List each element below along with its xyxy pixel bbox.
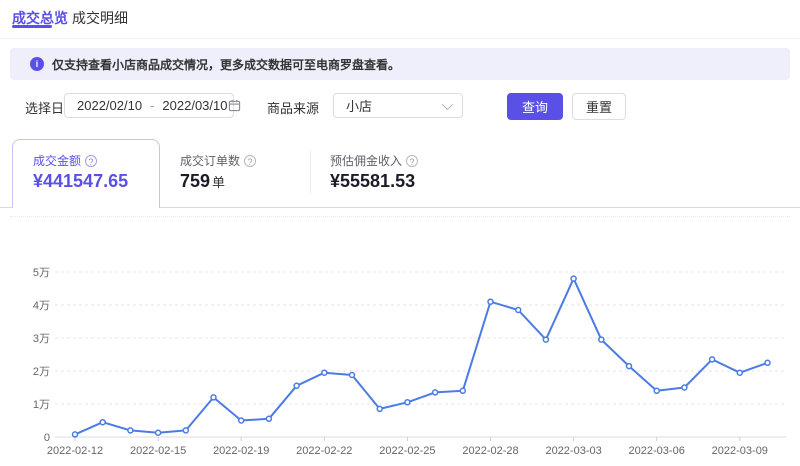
stat-divider-right [160,207,800,208]
order-count-number: 759 [180,171,210,191]
svg-text:0: 0 [44,432,50,444]
reset-button[interactable]: 重置 [572,93,626,120]
stat-separator [310,150,311,194]
info-banner-text: 仅支持查看小店商品成交情况，更多成交数据可至电商罗盘查看。 [52,56,400,73]
svg-text:2022-02-25: 2022-02-25 [379,445,435,457]
help-icon[interactable]: ? [406,155,418,167]
svg-text:2022-03-09: 2022-03-09 [712,445,768,457]
commission-label: 预估佣金收入 ? [330,152,418,169]
order-count-value: 759单 [180,171,225,192]
svg-text:3万: 3万 [33,333,50,345]
svg-text:2022-02-15: 2022-02-15 [130,445,186,457]
svg-text:2022-02-28: 2022-02-28 [462,445,518,457]
commission-label-text: 预估佣金收入 [330,152,402,169]
calendar-icon [228,99,241,112]
source-filter-label: 商品来源 [267,98,319,117]
svg-text:2022-03-03: 2022-03-03 [545,445,601,457]
deal-amount-value: ¥441547.65 [33,171,128,192]
order-count-label-text: 成交订单数 [180,152,240,169]
section-dotted-divider [10,216,790,217]
commission-value: ¥55581.53 [330,171,415,192]
svg-text:2022-02-19: 2022-02-19 [213,445,269,457]
sales-overview-page: { "tabs": [ {"label": "成交总览", "active": … [0,0,800,461]
query-button[interactable]: 查询 [507,93,563,120]
svg-text:4万: 4万 [33,300,50,312]
top-tab-bar: 成交总览 成交明细 [0,0,800,39]
date-range-separator: - [150,98,154,113]
svg-text:1万: 1万 [33,399,50,411]
date-end-value: 2022/03/10 [162,98,227,113]
help-icon[interactable]: ? [244,155,256,167]
info-banner: i 仅支持查看小店商品成交情况，更多成交数据可至电商罗盘查看。 [10,48,790,80]
deal-amount-label: 成交金额 ? [33,152,97,169]
info-icon: i [30,57,44,71]
deal-amount-trend-chart: 0 1万 2万 3万 4万 5万 2022-02-12 2022-02-15 2022-02-1… [0,226,800,461]
date-range-input[interactable]: 2022/02/10 - 2022/03/10 [64,93,234,118]
chevron-down-icon [442,98,453,109]
svg-text:2万: 2万 [33,366,50,378]
svg-text:2022-03-06: 2022-03-06 [629,445,685,457]
svg-text:2022-02-12: 2022-02-12 [47,445,103,457]
sales-line-chart: 0 1万 2万 3万 4万 5万 2022-02-12 2022-02-15 2022-02-1… [0,226,800,461]
date-start-value: 2022/02/10 [77,98,142,113]
order-count-label: 成交订单数 ? [180,152,256,169]
tab-deal-details[interactable]: 成交明细 [72,8,128,28]
order-count-unit: 单 [212,175,225,190]
svg-text:2022-02-22: 2022-02-22 [296,445,352,457]
active-tab-underline [12,25,52,28]
svg-text:5万: 5万 [33,267,50,279]
product-source-select[interactable]: 小店 [333,93,463,118]
deal-amount-label-text: 成交金额 [33,152,81,169]
product-source-value: 小店 [346,96,372,115]
help-icon[interactable]: ? [85,155,97,167]
